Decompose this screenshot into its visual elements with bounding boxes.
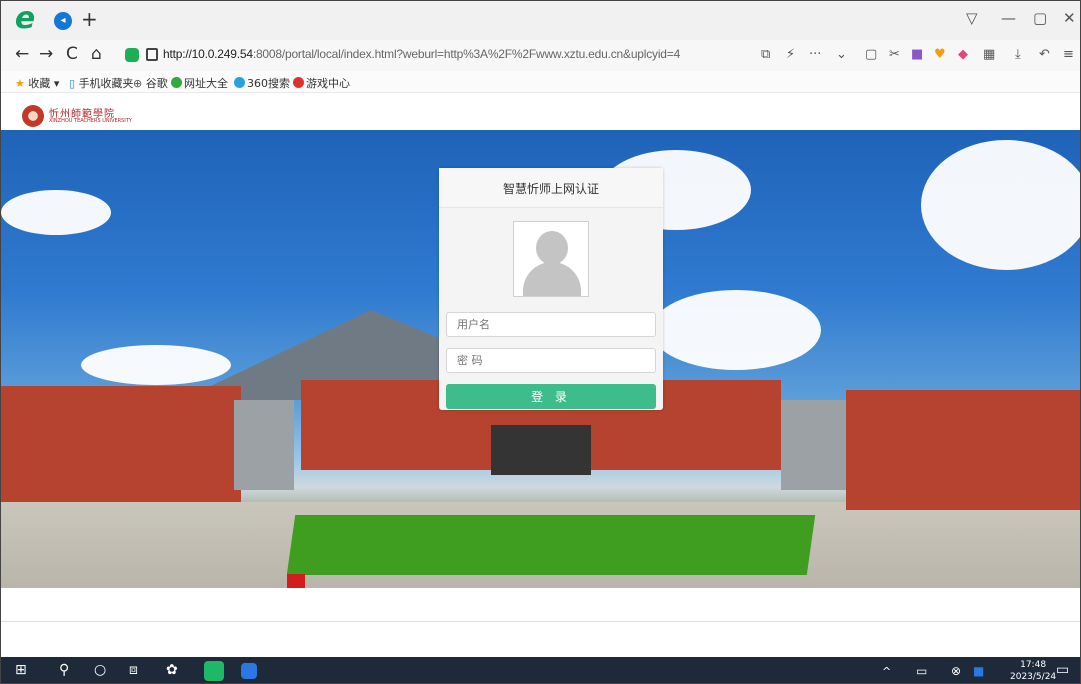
bookmark-label: 谷歌	[145, 77, 168, 90]
login-title: 智慧忻师上网认证	[439, 168, 663, 208]
windows-start-icon[interactable]: ⊞	[15, 662, 27, 678]
task-view-icon[interactable]: ⧈	[129, 662, 138, 678]
lawn	[286, 515, 816, 575]
lightning-icon[interactable]: ⚡	[786, 47, 795, 62]
left-wing-building	[234, 400, 294, 490]
notification-icon[interactable]: ▭	[1056, 662, 1069, 678]
clock-time: 17:48	[1020, 660, 1047, 670]
dropdown-icon[interactable]: ⌄	[836, 47, 847, 62]
phone-icon: ▯	[69, 77, 76, 90]
url-path: :8008/portal/local/index.html?weburl=htt…	[252, 47, 681, 61]
cloud	[651, 290, 821, 370]
search-icon[interactable]: ⚲	[59, 662, 69, 678]
page-header	[1, 93, 1080, 130]
tray-app-icon[interactable]: ■	[973, 664, 984, 678]
tray-status-icon[interactable]: ⊗	[951, 664, 961, 678]
browser-window: e ◂ + ▽ — ▢ ✕ ← → C ⌂ http://10.0.249.54…	[0, 0, 1081, 684]
right-wing-building	[781, 400, 851, 490]
new-tab-button[interactable]: +	[81, 7, 98, 31]
browser-taskbar-icon[interactable]	[204, 661, 224, 681]
bookmark-label: 游戏中心	[306, 77, 350, 90]
school-logo-icon	[22, 105, 44, 127]
tray-network-icon[interactable]: ▭	[916, 664, 927, 678]
tray-expand-icon[interactable]: ^	[882, 665, 891, 678]
password-input[interactable]	[446, 348, 656, 373]
reader-icon[interactable]: ▢	[865, 47, 877, 62]
app-pinwheel-icon[interactable]: ✿	[166, 662, 178, 678]
url-field[interactable]: http://10.0.249.54:8008/portal/local/ind…	[163, 47, 680, 61]
globe-icon: ⊕	[133, 77, 143, 90]
apps-icon[interactable]: ▦	[983, 47, 995, 62]
shield-ext-icon[interactable]: ♥	[934, 47, 946, 62]
bookmark-label: 手机收藏夹	[78, 77, 134, 90]
close-button[interactable]: ✕	[1063, 9, 1076, 27]
star-icon: ★	[15, 77, 25, 90]
bookmarks-bar: ★ 收藏 ▾ ▯ 手机收藏夹 ⊕ 谷歌 网址大全 360搜索 游戏中心	[1, 71, 1080, 93]
tab-favicon-icon[interactable]: ◂	[54, 12, 72, 30]
minimize-button[interactable]: —	[1001, 9, 1016, 27]
url-host: http://10.0.249.54	[163, 47, 253, 61]
menu-icon[interactable]: ▽	[966, 9, 978, 27]
search360-icon	[234, 77, 245, 88]
forward-button[interactable]: →	[39, 44, 53, 64]
download-icon[interactable]: ⤓	[1015, 47, 1021, 62]
bookmark-mobile[interactable]: ▯ 手机收藏夹	[69, 75, 134, 91]
cloud	[921, 140, 1080, 270]
insecure-lock-icon[interactable]	[146, 48, 158, 61]
reload-button[interactable]: C	[66, 44, 78, 64]
clock-date: 2023/5/24	[1010, 672, 1057, 682]
bookmark-label: 360搜索	[247, 77, 290, 90]
main-entrance	[491, 425, 591, 475]
shield-icon[interactable]	[125, 48, 139, 62]
school-subtitle: XINZHOU TEACHERS UNIVERSITY	[49, 118, 132, 124]
username-input[interactable]	[446, 312, 656, 337]
bookmark-google[interactable]: ⊕ 谷歌	[133, 75, 168, 91]
site-icon	[171, 77, 182, 88]
footer-divider	[1, 621, 1080, 622]
right-building	[846, 390, 1080, 510]
maximize-button[interactable]: ▢	[1033, 9, 1047, 27]
browser-logo-icon[interactable]: e	[11, 4, 39, 34]
hamburger-menu-icon[interactable]: ≡	[1063, 47, 1074, 62]
login-panel: 智慧忻师上网认证 登 录	[439, 168, 663, 410]
bookmark-favorites[interactable]: ★ 收藏 ▾	[15, 75, 59, 91]
windows-taskbar: ⊞ ⚲ ○ ⧈ ✿ ^ ▭ ⊗ ■ 17:48 2023/5/24 ▭	[1, 657, 1080, 683]
avatar-head	[536, 231, 568, 265]
avatar-body	[523, 262, 581, 296]
home-button[interactable]: ⌂	[91, 44, 102, 64]
translate-icon[interactable]: ⧉	[761, 47, 770, 62]
bookmark-label: 收藏	[28, 77, 51, 90]
tab-bar: e ◂ + ▽ — ▢ ✕	[1, 1, 1080, 40]
cortana-icon[interactable]: ○	[94, 662, 106, 678]
left-building	[1, 386, 241, 502]
word-app-icon[interactable]	[241, 663, 257, 679]
taskbar-clock[interactable]: 17:48 2023/5/24	[1010, 659, 1056, 683]
red-marker	[287, 574, 305, 588]
extension-icon[interactable]: ■	[911, 47, 923, 62]
avatar-placeholder-icon	[513, 221, 589, 297]
bookmark-games[interactable]: 游戏中心	[293, 75, 350, 91]
cloud	[1, 190, 111, 235]
more-icon[interactable]: ···	[809, 47, 821, 62]
bookmark-360[interactable]: 360搜索	[234, 75, 290, 91]
login-button[interactable]: 登 录	[446, 384, 656, 409]
bookmark-label: 网址大全	[184, 77, 228, 90]
screenshot-icon[interactable]: ✂	[889, 47, 900, 62]
game-icon	[293, 77, 304, 88]
undo-icon[interactable]: ↶	[1039, 47, 1050, 62]
back-button[interactable]: ←	[15, 44, 29, 64]
game-ext-icon[interactable]: ◆	[958, 47, 968, 62]
bookmark-sites[interactable]: 网址大全	[171, 75, 228, 91]
